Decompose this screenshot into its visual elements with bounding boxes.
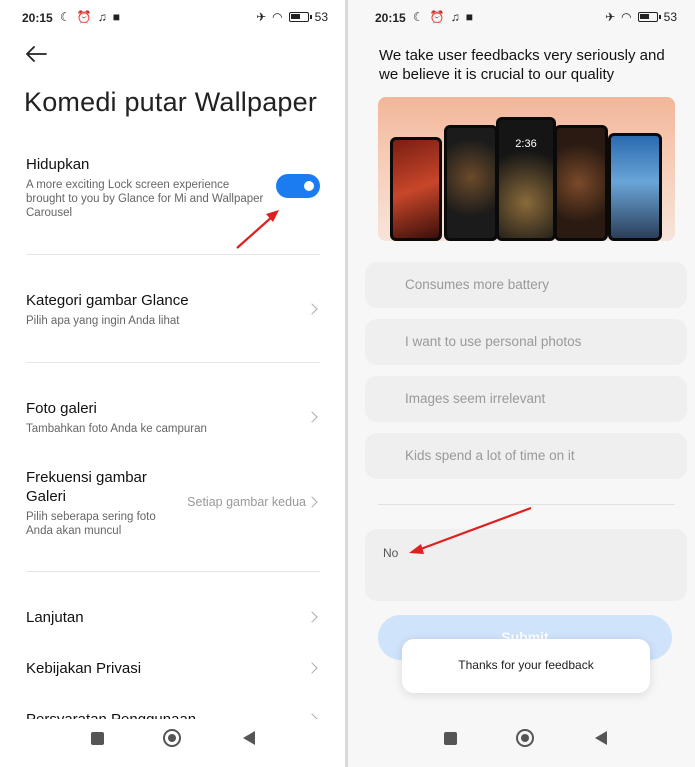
divider: [26, 362, 320, 363]
status-icons-left: ☾ ⏰ ♫ ■: [413, 10, 473, 24]
feedback-option[interactable]: I want to use personal photos: [365, 319, 687, 365]
page-title: Komedi putar Wallpaper: [24, 87, 318, 117]
setting-title: Foto galeri: [26, 400, 97, 417]
hidupkan-toggle[interactable]: [276, 174, 320, 198]
feedback-option[interactable]: Kids spend a lot of time on it: [365, 433, 687, 479]
moon-icon: ☾: [413, 10, 424, 24]
navigation-bar: [348, 719, 695, 767]
option-label: I want to use personal photos: [405, 334, 582, 349]
setting-title: Lanjutan: [26, 609, 84, 626]
phone-lion: 2:36: [496, 117, 556, 241]
wifi-icon: ◠: [272, 10, 283, 24]
frekuensi-value[interactable]: Setiap gambar kedua: [187, 495, 306, 509]
battery-percent: 53: [663, 10, 677, 24]
headset-icon: ♫: [97, 10, 107, 24]
feedback-text-input[interactable]: No: [365, 529, 687, 601]
toggle-knob: [304, 181, 314, 191]
status-bar: 20:15 ☾ ⏰ ♫ ■ ✈ ◠ 53: [348, 0, 695, 36]
phone-canyon: [390, 137, 442, 241]
setting-title: Kebijakan Privasi: [26, 660, 142, 677]
setting-hidupkan: Hidupkan A more exciting Lock screen exp…: [26, 155, 266, 220]
battery-icon: [637, 12, 661, 22]
recents-button[interactable]: [444, 732, 457, 745]
battery-icon: [288, 12, 312, 22]
video-icon: ■: [112, 10, 120, 24]
divider: [378, 504, 675, 505]
moon-icon: ☾: [60, 10, 71, 24]
status-icons-left: ☾ ⏰ ♫ ■: [60, 10, 120, 24]
setting-description: A more exciting Lock screen experience b…: [26, 179, 264, 219]
divider: [26, 254, 320, 255]
option-label: Kids spend a lot of time on it: [405, 448, 575, 463]
chevron-right-icon: [306, 496, 318, 508]
phone-food: [444, 125, 498, 241]
settings-panel: 20:15 ☾ ⏰ ♫ ■ ✈ ◠ 53 Komedi putar Wallpa…: [0, 0, 346, 767]
status-time: 20:15: [22, 11, 53, 25]
setting-title: Kategori gambar Glance: [26, 292, 189, 309]
headset-icon: ♫: [450, 10, 460, 24]
status-icons-right: ✈ ◠ 53: [256, 10, 328, 24]
wallpaper-phones-image: 2:36: [378, 97, 675, 241]
phone-clock: 2:36: [515, 138, 537, 150]
toast-message: Thanks for your feedback: [402, 639, 650, 693]
setting-subtitle: Tambahkan foto Anda ke campuran: [26, 423, 207, 435]
setting-lanjutan[interactable]: Lanjutan: [26, 608, 320, 627]
phone-chocolate: [554, 125, 608, 241]
home-button[interactable]: [516, 729, 534, 747]
setting-kategori-glance[interactable]: Kategori gambar Glance Pilih apa yang in…: [26, 291, 320, 328]
status-bar: 20:15 ☾ ⏰ ♫ ■ ✈ ◠ 53: [0, 0, 346, 36]
feedback-option[interactable]: Consumes more battery: [365, 262, 687, 308]
option-label: Images seem irrelevant: [405, 391, 546, 406]
alarm-icon: ⏰: [429, 10, 445, 24]
feedback-panel: 20:15 ☾ ⏰ ♫ ■ ✈ ◠ 53 We take user feedba…: [348, 0, 695, 767]
airplane-icon: ✈: [605, 10, 616, 24]
wifi-icon: ◠: [621, 10, 632, 24]
home-button[interactable]: [163, 729, 181, 747]
back-button[interactable]: [595, 731, 607, 745]
status-icons-right: ✈ ◠ 53: [605, 10, 677, 24]
recents-button[interactable]: [91, 732, 104, 745]
setting-frekuensi-galeri[interactable]: Frekuensi gambar Galeri Pilih seberapa s…: [26, 468, 166, 538]
setting-subtitle: Pilih apa yang ingin Anda lihat: [26, 315, 180, 327]
airplane-icon: ✈: [256, 10, 267, 24]
setting-subtitle: Pilih seberapa sering foto Anda akan mun…: [26, 511, 156, 537]
option-label: Consumes more battery: [405, 277, 550, 292]
feedback-heading: We take user feedbacks very seriously an…: [379, 47, 665, 83]
phone-mountain: [608, 133, 662, 241]
setting-kebijakan-privasi[interactable]: Kebijakan Privasi: [26, 659, 320, 678]
setting-foto-galeri[interactable]: Foto galeri Tambahkan foto Anda ke campu…: [26, 399, 320, 436]
divider: [26, 571, 320, 572]
alarm-icon: ⏰: [76, 10, 92, 24]
feedback-option[interactable]: Images seem irrelevant: [365, 376, 687, 422]
back-arrow-icon[interactable]: [24, 44, 48, 64]
setting-title: Frekuensi gambar Galeri: [26, 469, 147, 505]
video-icon: ■: [465, 10, 473, 24]
status-time: 20:15: [375, 11, 406, 25]
input-value: No: [383, 546, 399, 560]
setting-title: Hidupkan: [26, 156, 90, 173]
toast-text: Thanks for your feedback: [458, 658, 594, 672]
battery-percent: 53: [314, 10, 328, 24]
back-button[interactable]: [243, 731, 255, 745]
navigation-bar: [0, 719, 346, 767]
